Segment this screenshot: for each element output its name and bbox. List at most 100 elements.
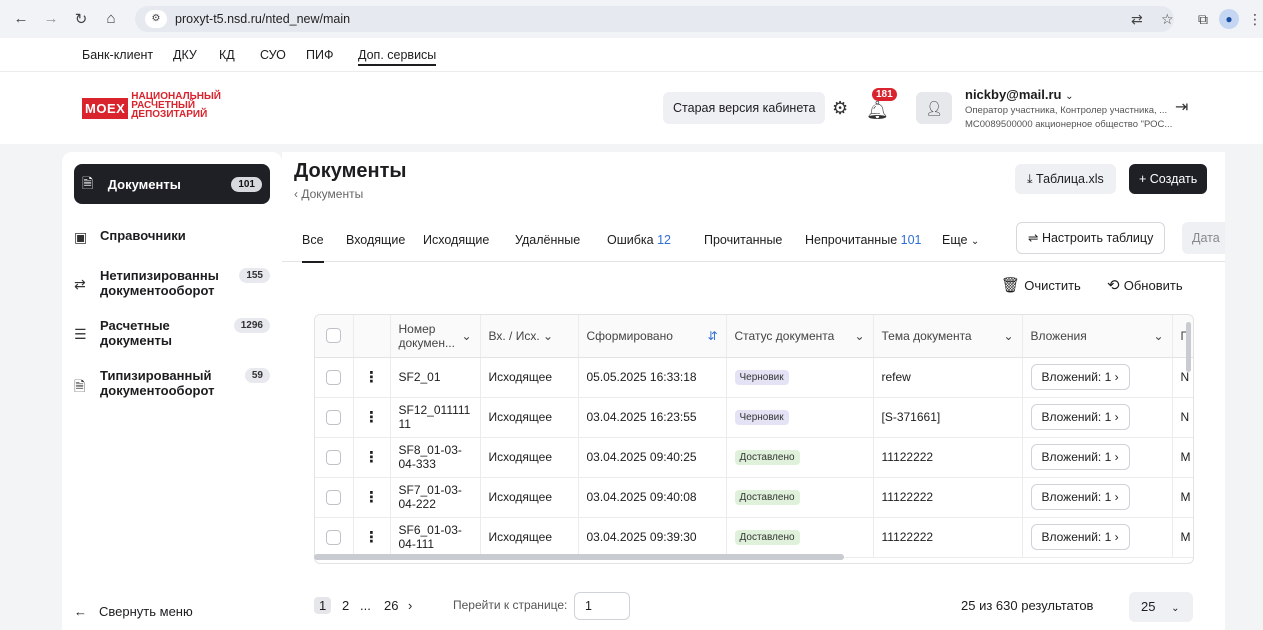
site-settings-icon[interactable]: ⚙ <box>145 10 167 28</box>
pagination-page-last[interactable]: 26 <box>384 598 398 613</box>
select-all-cell <box>315 315 354 358</box>
row-menu-icon[interactable]: ⋮ <box>353 477 391 518</box>
forward-icon[interactable]: → <box>40 10 62 27</box>
chevron-right-icon: › <box>1114 530 1119 544</box>
row-checkbox[interactable] <box>326 529 342 545</box>
table-row[interactable]: ⋮ SF12_011111 11 Исходящее 03.04.2025 16… <box>315 397 1193 438</box>
column-header-created[interactable]: Сформировано ⇵ <box>578 315 727 358</box>
row-checkbox[interactable] <box>326 489 342 505</box>
profile-icon[interactable]: ● <box>1219 0 1239 38</box>
back-icon[interactable]: ← <box>10 10 32 27</box>
settings-gear-icon[interactable]: ⚙ <box>832 98 848 119</box>
translate-icon[interactable]: ⇄ <box>1131 0 1143 38</box>
exchange-arrows-icon: ⇄ <box>74 276 86 292</box>
table-row[interactable]: ⋮ SF6_01-03-04-111 Исходящее 03.04.2025 … <box>315 517 1193 558</box>
tab-error[interactable]: Ошибка 12 <box>607 233 671 247</box>
old-version-button[interactable]: Старая версия кабинета <box>663 92 826 124</box>
attachments-button[interactable]: Вложений: 1 › <box>1030 404 1130 430</box>
refresh-label: Обновить <box>1123 278 1183 293</box>
row-checkbox[interactable] <box>326 409 342 425</box>
attachments-label: Вложений: 1 <box>1041 370 1112 384</box>
attachments-button[interactable]: Вложений: 1 › <box>1030 484 1130 510</box>
create-button[interactable]: + Создать <box>1129 164 1208 194</box>
browser-toolbar: ← → ↻ ⌂ ⚙ proxyt-t5.nsd.ru/nted_new/main… <box>0 0 1263 38</box>
refresh-button[interactable]: ⟲ Обновить <box>1107 276 1183 294</box>
cell-subject: 11122222 <box>873 437 1023 478</box>
user-email[interactable]: nickby@mail.ru ⌄ <box>965 87 1074 102</box>
nsd-logo[interactable]: MOEX НАЦИОНАЛЬНЫЙ РАСЧЕТНЫЙ ДЕПОЗИТАРИЙ <box>82 92 221 120</box>
tab-unread[interactable]: Непрочитанные 101 <box>805 233 922 247</box>
sidebar-item-untyped-workflow[interactable]: ⇄ Нетипизированны документооборот 155 <box>74 268 270 298</box>
column-header-subject[interactable]: Тема документа ⌄ <box>873 315 1023 358</box>
topmenu-kd[interactable]: КД <box>219 48 235 62</box>
sidebar-item-directories[interactable]: ▣ Справочники <box>74 228 270 246</box>
topmenu-suo[interactable]: СУО <box>260 48 286 62</box>
cell-created: 05.05.2025 16:33:18 <box>578 357 727 398</box>
table-row[interactable]: ⋮ SF8_01-03-04-333 Исходящее 03.04.2025 … <box>315 437 1193 478</box>
goto-page-label: Перейти к странице: <box>453 598 568 612</box>
sidebar-item-label: Справочники <box>100 228 186 243</box>
logout-icon[interactable]: ⇥ <box>1175 97 1188 117</box>
sidebar: 🗎 Документы 101 ▣ Справочники ⇄ Нетипизи… <box>62 152 282 630</box>
extensions-icon[interactable]: ⧉ <box>1198 0 1208 38</box>
table-row[interactable]: ⋮ SF2_01 Исходящее 05.05.2025 16:33:18 Ч… <box>315 357 1193 398</box>
home-icon[interactable]: ⌂ <box>100 10 122 27</box>
select-all-checkbox[interactable] <box>326 328 342 344</box>
column-header-status[interactable]: Статус документа ⌄ <box>726 315 874 358</box>
address-bar[interactable]: ⚙ proxyt-t5.nsd.ru/nted_new/main <box>135 6 1174 32</box>
table-vertical-scrollbar[interactable] <box>1186 322 1191 372</box>
pagination-page-2[interactable]: 2 <box>342 598 349 613</box>
collapse-menu-label: Свернуть меню <box>99 604 193 619</box>
row-menu-icon[interactable]: ⋮ <box>353 357 391 398</box>
attachments-button[interactable]: Вложений: 1 › <box>1030 524 1130 550</box>
row-checkbox[interactable] <box>326 449 342 465</box>
refresh-icon: ⟲ <box>1107 277 1124 294</box>
configure-table-button[interactable]: ⇌ Настроить таблицу <box>1016 222 1166 254</box>
tab-incoming[interactable]: Входящие <box>346 233 405 247</box>
export-xls-button[interactable]: ⤓ Таблица.xls <box>1015 164 1116 194</box>
clear-button[interactable]: 🗑︎ Очистить <box>1001 276 1081 294</box>
attachments-button[interactable]: Вложений: 1 › <box>1030 444 1130 470</box>
row-menu-icon[interactable]: ⋮ <box>353 437 391 478</box>
date-filter-input[interactable]: Дата <box>1182 222 1225 254</box>
per-page-select[interactable]: 25 ⌄ <box>1129 592 1193 622</box>
goto-page-input[interactable]: 1 <box>574 592 630 620</box>
topmenu-extra-services[interactable]: Доп. сервисы <box>358 48 437 66</box>
collapse-menu-button[interactable]: ← Свернуть меню <box>74 604 193 619</box>
topmenu-pif[interactable]: ПИФ <box>306 48 333 62</box>
logo-text: НАЦИОНАЛЬНЫЙ РАСЧЕТНЫЙ ДЕПОЗИТАРИЙ <box>131 92 221 120</box>
table-horizontal-scrollbar[interactable] <box>314 554 844 560</box>
row-menu-icon[interactable]: ⋮ <box>353 397 391 438</box>
topmenu-bank-client[interactable]: Банк-клиент <box>82 48 153 62</box>
browser-menu-icon[interactable]: ⋮ <box>1248 0 1262 38</box>
cell-created: 03.04.2025 09:40:08 <box>578 477 727 518</box>
tab-more[interactable]: Еще ⌄ <box>942 233 979 247</box>
column-header-label: Вх. / Исх. <box>488 328 540 343</box>
column-header-attachments[interactable]: Вложения ⌄ <box>1022 315 1173 358</box>
pagination-next-icon[interactable]: › <box>408 598 412 613</box>
sidebar-item-settlement-documents[interactable]: ☰ Расчетные документы 1296 <box>74 318 270 348</box>
notifications-bell-icon[interactable]: 🔔︎ <box>866 100 889 121</box>
cell-number: SF12_011111 11 <box>390 397 481 438</box>
cell-direction: Исходящее <box>480 437 579 478</box>
bookmark-star-icon[interactable]: ☆ <box>1161 0 1174 38</box>
table-row[interactable]: ⋮ SF7_01-03-04-222 Исходящее 03.04.2025 … <box>315 477 1193 518</box>
pagination-page-1[interactable]: 1 <box>314 597 332 614</box>
row-menu-icon[interactable]: ⋮ <box>353 517 391 558</box>
sidebar-item-typed-workflow[interactable]: 🗎 Типизированный документооборот 59 <box>74 368 270 400</box>
row-checkbox[interactable] <box>326 369 342 385</box>
column-header-number[interactable]: Номер докумен... ⌄ <box>390 315 481 358</box>
tab-outgoing[interactable]: Исходящие <box>423 233 489 247</box>
reload-icon[interactable]: ↻ <box>70 10 92 28</box>
user-avatar-icon[interactable]: 👤︎ <box>916 92 952 124</box>
column-header-direction[interactable]: Вх. / Исх. ⌄ <box>480 315 579 358</box>
tab-deleted[interactable]: Удалённые <box>515 233 580 247</box>
topmenu-dku[interactable]: ДКУ <box>173 48 197 62</box>
breadcrumb[interactable]: ‹ Документы <box>294 187 363 201</box>
attachments-button[interactable]: Вложений: 1 › <box>1030 364 1130 390</box>
pagination-current: 1 <box>314 597 332 614</box>
tab-all[interactable]: Все <box>302 233 324 263</box>
attachments-label: Вложений: 1 <box>1041 450 1112 464</box>
tab-read[interactable]: Прочитанные <box>704 233 782 247</box>
sidebar-item-documents[interactable]: 🗎 Документы 101 <box>74 164 270 204</box>
